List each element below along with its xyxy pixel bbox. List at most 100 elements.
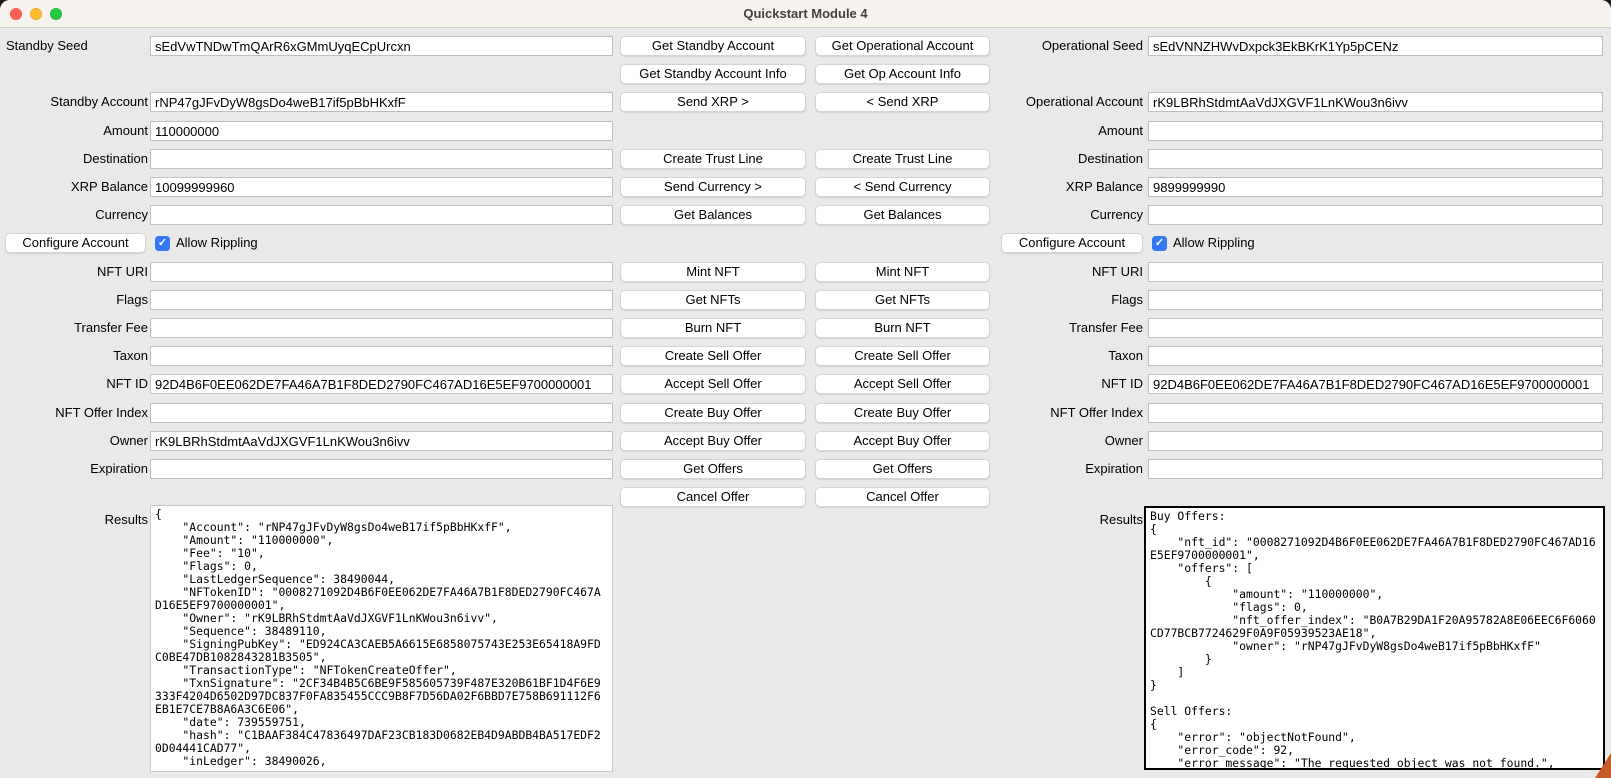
get-nfts-button-standby[interactable]: Get NFTs bbox=[620, 290, 806, 310]
standby-taxon-input[interactable] bbox=[150, 346, 613, 366]
create-trust-line-button-operational[interactable]: Create Trust Line bbox=[815, 149, 990, 169]
standby-flags-label: Flags bbox=[6, 290, 148, 310]
standby-seed-input[interactable] bbox=[150, 36, 613, 56]
standby-configure-account-button[interactable]: Configure Account bbox=[5, 233, 146, 253]
operational-owner-label: Owner bbox=[1001, 431, 1143, 451]
get-op-account-info-button[interactable]: Get Op Account Info bbox=[815, 64, 990, 84]
operational-nft-uri-label: NFT URI bbox=[1001, 262, 1143, 282]
standby-expiration-input[interactable] bbox=[150, 459, 613, 479]
operational-nft-offer-index-input[interactable] bbox=[1148, 403, 1603, 423]
create-trust-line-button-standby[interactable]: Create Trust Line bbox=[620, 149, 806, 169]
operational-taxon-input[interactable] bbox=[1148, 346, 1603, 366]
operational-expiration-label: Expiration bbox=[1001, 459, 1143, 479]
operational-taxon-label: Taxon bbox=[1001, 346, 1143, 366]
standby-nft-offer-index-label: NFT Offer Index bbox=[6, 403, 148, 423]
operational-allow-rippling-checkbox[interactable] bbox=[1152, 236, 1167, 251]
standby-destination-label: Destination bbox=[6, 149, 148, 169]
accept-buy-offer-button-operational[interactable]: Accept Buy Offer bbox=[815, 431, 990, 451]
operational-xrp-balance-label: XRP Balance bbox=[1001, 177, 1143, 197]
create-buy-offer-button-operational[interactable]: Create Buy Offer bbox=[815, 403, 990, 423]
standby-transfer-fee-input[interactable] bbox=[150, 318, 613, 338]
standby-currency-input[interactable] bbox=[150, 205, 613, 225]
accept-sell-offer-button-operational[interactable]: Accept Sell Offer bbox=[815, 374, 990, 394]
operational-nft-uri-input[interactable] bbox=[1148, 262, 1603, 282]
operational-configure-account-button[interactable]: Configure Account bbox=[1001, 233, 1143, 253]
create-sell-offer-button-operational[interactable]: Create Sell Offer bbox=[815, 346, 990, 366]
standby-allow-rippling-checkbox[interactable] bbox=[155, 236, 170, 251]
operational-account-input[interactable] bbox=[1148, 92, 1603, 112]
minimize-button-icon[interactable] bbox=[30, 8, 42, 20]
get-standby-account-info-button[interactable]: Get Standby Account Info bbox=[620, 64, 806, 84]
send-currency-left-button[interactable]: < Send Currency bbox=[815, 177, 990, 197]
burn-nft-button-operational[interactable]: Burn NFT bbox=[815, 318, 990, 338]
zoom-button-icon[interactable] bbox=[50, 8, 62, 20]
operational-xrp-balance-input[interactable] bbox=[1148, 177, 1603, 197]
standby-nft-uri-label: NFT URI bbox=[6, 262, 148, 282]
operational-expiration-input[interactable] bbox=[1148, 459, 1603, 479]
standby-nft-offer-index-input[interactable] bbox=[150, 403, 613, 423]
send-currency-right-button[interactable]: Send Currency > bbox=[620, 177, 806, 197]
get-standby-account-button[interactable]: Get Standby Account bbox=[620, 36, 806, 56]
standby-nft-id-input[interactable] bbox=[150, 374, 613, 394]
standby-taxon-label: Taxon bbox=[6, 346, 148, 366]
send-xrp-right-button[interactable]: Send XRP > bbox=[620, 92, 806, 112]
standby-owner-label: Owner bbox=[6, 431, 148, 451]
operational-transfer-fee-label: Transfer Fee bbox=[1001, 318, 1143, 338]
get-balances-button-operational[interactable]: Get Balances bbox=[815, 205, 990, 225]
standby-destination-input[interactable] bbox=[150, 149, 613, 169]
operational-results-textarea[interactable]: Buy Offers: { "nft_id": "0008271092D4B6F… bbox=[1144, 506, 1605, 770]
standby-allow-rippling-label: Allow Rippling bbox=[176, 233, 258, 253]
standby-currency-label: Currency bbox=[6, 205, 148, 225]
standby-amount-label: Amount bbox=[6, 121, 148, 141]
standby-xrp-balance-label: XRP Balance bbox=[6, 177, 148, 197]
cancel-offer-button-operational[interactable]: Cancel Offer bbox=[815, 487, 990, 507]
send-xrp-left-button[interactable]: < Send XRP bbox=[815, 92, 990, 112]
operational-allow-rippling-label: Allow Rippling bbox=[1173, 233, 1255, 253]
get-operational-account-button[interactable]: Get Operational Account bbox=[815, 36, 990, 56]
get-offers-button-operational[interactable]: Get Offers bbox=[815, 459, 990, 479]
accept-buy-offer-button-standby[interactable]: Accept Buy Offer bbox=[620, 431, 806, 451]
accept-sell-offer-button-standby[interactable]: Accept Sell Offer bbox=[620, 374, 806, 394]
standby-account-input[interactable] bbox=[150, 92, 613, 112]
standby-transfer-fee-label: Transfer Fee bbox=[6, 318, 148, 338]
window-title: Quickstart Module 4 bbox=[0, 0, 1611, 28]
get-balances-button-standby[interactable]: Get Balances bbox=[620, 205, 806, 225]
operational-destination-label: Destination bbox=[1001, 149, 1143, 169]
standby-nft-id-label: NFT ID bbox=[6, 374, 148, 394]
standby-results-textarea[interactable]: { "Account": "rNP47gJFvDyW8gsDo4weB17if5… bbox=[150, 505, 613, 772]
standby-xrp-balance-input[interactable] bbox=[150, 177, 613, 197]
standby-nft-uri-input[interactable] bbox=[150, 262, 613, 282]
operational-currency-input[interactable] bbox=[1148, 205, 1603, 225]
operational-nft-id-input[interactable] bbox=[1148, 374, 1603, 394]
burn-nft-button-standby[interactable]: Burn NFT bbox=[620, 318, 806, 338]
operational-currency-label: Currency bbox=[1001, 205, 1143, 225]
operational-transfer-fee-input[interactable] bbox=[1148, 318, 1603, 338]
standby-expiration-label: Expiration bbox=[6, 459, 148, 479]
get-nfts-button-operational[interactable]: Get NFTs bbox=[815, 290, 990, 310]
operational-flags-label: Flags bbox=[1001, 290, 1143, 310]
operational-destination-input[interactable] bbox=[1148, 149, 1603, 169]
operational-seed-label: Operational Seed bbox=[1001, 36, 1143, 56]
standby-results-label: Results bbox=[6, 510, 148, 530]
get-offers-button-standby[interactable]: Get Offers bbox=[620, 459, 806, 479]
operational-nft-id-label: NFT ID bbox=[1001, 374, 1143, 394]
standby-amount-input[interactable] bbox=[150, 121, 613, 141]
operational-amount-input[interactable] bbox=[1148, 121, 1603, 141]
cancel-offer-button-standby[interactable]: Cancel Offer bbox=[620, 487, 806, 507]
title-bar: Quickstart Module 4 bbox=[0, 0, 1611, 28]
operational-seed-input[interactable] bbox=[1148, 36, 1603, 56]
standby-owner-input[interactable] bbox=[150, 431, 613, 451]
mint-nft-button-operational[interactable]: Mint NFT bbox=[815, 262, 990, 282]
operational-results-label: Results bbox=[1001, 510, 1143, 530]
mint-nft-button-standby[interactable]: Mint NFT bbox=[620, 262, 806, 282]
close-button-icon[interactable] bbox=[10, 8, 22, 20]
operational-amount-label: Amount bbox=[1001, 121, 1143, 141]
create-buy-offer-button-standby[interactable]: Create Buy Offer bbox=[620, 403, 806, 423]
standby-flags-input[interactable] bbox=[150, 290, 613, 310]
create-sell-offer-button-standby[interactable]: Create Sell Offer bbox=[620, 346, 806, 366]
operational-flags-input[interactable] bbox=[1148, 290, 1603, 310]
traffic-lights bbox=[10, 8, 62, 20]
standby-account-label: Standby Account bbox=[6, 92, 148, 112]
operational-owner-input[interactable] bbox=[1148, 431, 1603, 451]
app-window: Quickstart Module 4 Standby Seed Standby… bbox=[0, 0, 1611, 778]
